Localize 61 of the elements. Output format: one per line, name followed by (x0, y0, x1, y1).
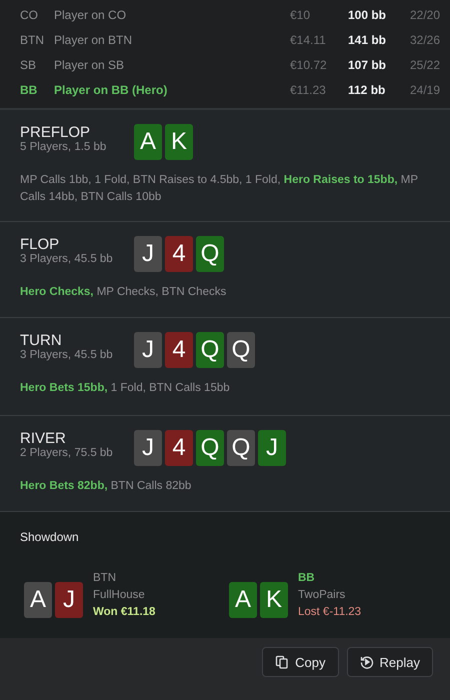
playing-card: J (258, 430, 286, 466)
playing-card: 4 (165, 236, 193, 272)
player-position: BTN (20, 32, 45, 46)
player-stats: 24/19 (410, 82, 442, 96)
player-stack: 100 bb (348, 8, 388, 22)
player-money: €11.23 (290, 82, 327, 96)
player-money: €10 (290, 8, 312, 22)
replay-icon (360, 655, 374, 669)
playing-card: J (55, 582, 83, 618)
playing-card: Q (196, 332, 224, 368)
street-name: RIVER (20, 430, 67, 447)
hand-position: BB (298, 572, 316, 584)
action-list: Hero Bets 15bb, 1 Fold, BTN Calls 15bb (20, 380, 430, 397)
playing-card: J (134, 332, 162, 368)
player-money: €10.72 (290, 58, 328, 72)
replay-button[interactable]: Replay (346, 647, 433, 677)
action-list: Hero Checks, MP Checks, BTN Checks (20, 284, 430, 301)
street-name: TURN (20, 332, 63, 349)
player-stack: 107 bb (348, 58, 388, 72)
playing-card: K (165, 124, 193, 160)
hand-position: BTN (93, 572, 117, 584)
player-position: BB (20, 82, 38, 96)
hand-rank: FullHouse (93, 589, 146, 601)
player-name: Player on BTN (54, 32, 134, 46)
player-stack: 112 bb (348, 82, 386, 96)
street-info: 5 Players, 1.5 bb (20, 141, 108, 153)
player-position: CO (20, 8, 39, 22)
player-position: SB (20, 58, 38, 72)
player-name: Player on CO (54, 8, 128, 22)
action-list: MP Calls 1bb, 1 Fold, BTN Raises to 4.5bb, 1 Fold, Hero Raises to 15bb, MP Calls 14bb, BTN Calls 10bb (20, 172, 430, 206)
playing-card: 4 (165, 332, 193, 368)
player-stats: 22/20 (410, 8, 442, 22)
playing-card: A (134, 124, 162, 160)
player-money: €14.11 (290, 32, 327, 46)
player-stack: 141 bb (348, 32, 388, 46)
copy-button[interactable]: Copy (262, 647, 339, 677)
street-name: PREFLOP (20, 124, 92, 141)
player-name: Player on SB (54, 58, 126, 72)
playing-card: K (260, 582, 288, 618)
street-name: FLOP (20, 236, 60, 253)
showdown-title: Showdown (20, 530, 79, 544)
hand-result: Lost €-11.23 (298, 606, 362, 618)
action-list: Hero Bets 82bb, BTN Calls 82bb (20, 478, 430, 495)
player-stats: 25/22 (410, 58, 442, 72)
street-info: 2 Players, 75.5 bb (20, 447, 114, 459)
player-stats: 32/26 (410, 32, 442, 46)
hand-result: Won €11.18 (93, 606, 156, 618)
playing-card: J (134, 236, 162, 272)
playing-card: A (24, 582, 52, 618)
street-info: 3 Players, 45.5 bb (20, 253, 114, 265)
playing-card: Q (196, 236, 224, 272)
playing-card: 4 (165, 430, 193, 466)
playing-card: Q (227, 332, 255, 368)
playing-card: A (229, 582, 257, 618)
playing-card: Q (227, 430, 255, 466)
playing-card: Q (196, 430, 224, 466)
playing-card: J (134, 430, 162, 466)
street-info: 3 Players, 45.5 bb (20, 349, 114, 361)
copy-icon (275, 655, 290, 669)
player-name: Player on BB (Hero) (54, 82, 168, 96)
hand-rank: TwoPairs (298, 589, 346, 601)
